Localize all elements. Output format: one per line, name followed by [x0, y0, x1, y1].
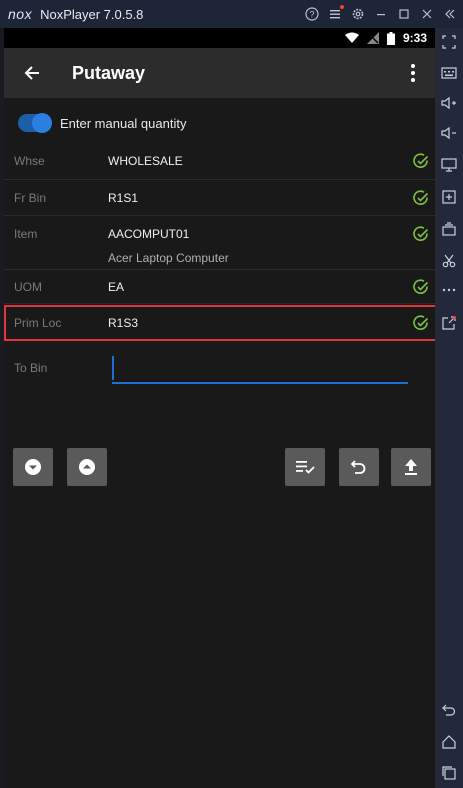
- help-icon[interactable]: ?: [305, 7, 319, 21]
- undo-button[interactable]: [339, 448, 379, 486]
- fullscreen-icon[interactable]: [435, 30, 463, 54]
- status-bar: 9:33: [4, 28, 435, 48]
- battery-icon: [386, 31, 395, 45]
- manual-quantity-row: Enter manual quantity: [4, 108, 435, 138]
- undo-icon: [350, 460, 366, 474]
- chevron-down-icon: [25, 459, 41, 475]
- arrow-left-icon: [24, 66, 39, 80]
- manual-quantity-toggle[interactable]: [18, 113, 52, 133]
- scissors-icon[interactable]: [435, 249, 463, 273]
- to-bin-input[interactable]: [112, 356, 408, 384]
- fr-bin-label: Fr Bin: [14, 191, 47, 205]
- external-link-icon[interactable]: [435, 311, 463, 335]
- check-circle-icon: [413, 279, 429, 294]
- item-description: Acer Laptop Computer: [108, 251, 229, 265]
- back-nav-icon[interactable]: [435, 698, 463, 722]
- manual-quantity-label: Enter manual quantity: [60, 115, 187, 131]
- overflow-menu-button[interactable]: [401, 58, 425, 88]
- wifi-icon: [344, 32, 359, 43]
- item-label: Item: [14, 227, 38, 241]
- multi-instance-icon[interactable]: [435, 217, 463, 241]
- scroll-down-button[interactable]: [13, 448, 53, 486]
- upload-button[interactable]: [391, 448, 431, 486]
- signal-icon: [366, 32, 379, 44]
- item-value: AACOMPUT01: [108, 227, 190, 241]
- back-button[interactable]: [12, 53, 52, 93]
- uom-label: UOM: [14, 280, 42, 294]
- menu-icon[interactable]: [328, 5, 344, 21]
- android-screen: 9:33 Putaway Enter manual quantity Whse …: [4, 28, 441, 788]
- nox-logo: nox: [8, 6, 33, 22]
- nox-title-bar: nox NoxPlayer 7.0.5.8 ?: [0, 0, 463, 28]
- add-apk-icon[interactable]: [435, 185, 463, 209]
- prim-loc-highlight-box: [4, 305, 441, 341]
- recent-apps-icon[interactable]: [435, 761, 463, 785]
- fr-bin-row: Fr Bin R1S1: [4, 180, 435, 216]
- list-check-button[interactable]: [285, 448, 325, 486]
- maximize-icon[interactable]: [397, 7, 411, 21]
- check-circle-icon: [413, 190, 429, 205]
- upload-icon: [405, 459, 417, 475]
- clock: 9:33: [402, 31, 427, 45]
- app-bar: Putaway: [4, 48, 435, 98]
- text-cursor: [112, 356, 114, 380]
- settings-icon[interactable]: [351, 7, 365, 21]
- whse-label: Whse: [14, 154, 45, 168]
- uom-value: EA: [108, 280, 125, 294]
- more-icon[interactable]: [435, 278, 463, 302]
- svg-text:?: ?: [309, 10, 314, 20]
- home-nav-icon[interactable]: [435, 730, 463, 754]
- minimize-icon[interactable]: [374, 7, 388, 21]
- uom-row: UOM EA: [4, 270, 435, 304]
- check-circle-icon: [413, 226, 429, 241]
- list-check-icon: [296, 461, 315, 474]
- nox-toolbar: [435, 28, 463, 788]
- scroll-up-button[interactable]: [67, 448, 107, 486]
- window-controls: ?: [305, 0, 457, 28]
- fr-bin-value: R1S1: [108, 191, 139, 205]
- item-row: Item AACOMPUT01 Acer Laptop Computer: [4, 216, 435, 270]
- chevron-up-icon: [79, 459, 95, 475]
- volume-down-icon[interactable]: [435, 121, 463, 145]
- keyboard-icon[interactable]: [435, 61, 463, 85]
- to-bin-label: To Bin: [14, 361, 48, 375]
- volume-up-icon[interactable]: [435, 91, 463, 115]
- close-icon[interactable]: [420, 7, 434, 21]
- whse-row: Whse WHOLESALE: [4, 142, 435, 180]
- screen-icon[interactable]: [435, 153, 463, 177]
- window-title: NoxPlayer 7.0.5.8: [40, 6, 144, 22]
- check-circle-icon: [413, 153, 429, 168]
- collapse-sidebar-icon[interactable]: [443, 7, 457, 21]
- notification-dot: [340, 5, 344, 9]
- page-title: Putaway: [72, 62, 146, 83]
- whse-value: WHOLESALE: [108, 154, 183, 168]
